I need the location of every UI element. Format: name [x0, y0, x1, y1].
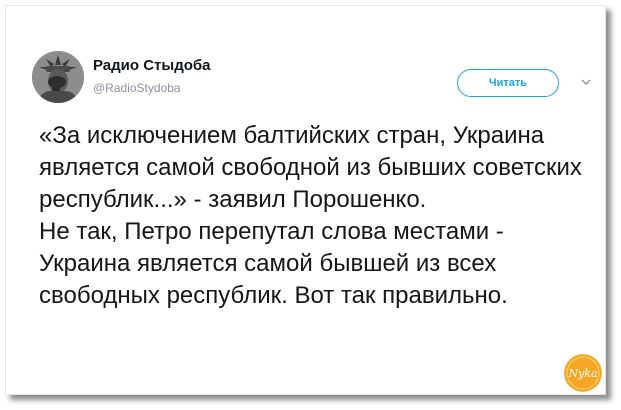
tweet-text: «За исключением балтийских стран, Украин…: [39, 120, 584, 312]
nyka-logo-icon: Nyka: [564, 354, 602, 392]
watermark-text: Nyka: [567, 367, 597, 380]
statue-avatar-icon: [32, 51, 84, 103]
tweet-card: Радио Стыдоба @RadioStydoba Читать «За и…: [5, 5, 606, 395]
nyka-logo: Nyka: [564, 354, 602, 392]
tweet-paragraph-1: «За исключением балтийских стран, Украин…: [39, 122, 582, 213]
user-handle[interactable]: @RadioStydoba: [93, 81, 181, 95]
avatar[interactable]: [32, 51, 84, 103]
display-name[interactable]: Радио Стыдоба: [93, 57, 211, 74]
follow-button[interactable]: Читать: [457, 69, 559, 97]
tweet-paragraph-2: Не так, Петро перепутал слова местами - …: [39, 218, 508, 309]
chevron-down-icon[interactable]: [580, 76, 592, 88]
